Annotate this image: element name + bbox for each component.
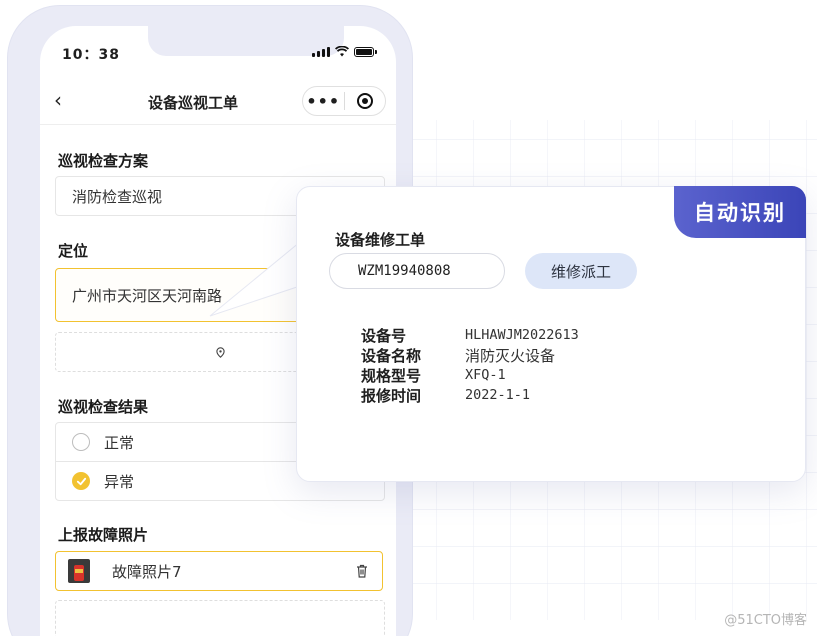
plan-value: 消防检查巡视 <box>72 187 163 206</box>
photo-item[interactable]: 故障照片7 <box>55 551 383 591</box>
result-option-label: 正常 <box>104 433 135 452</box>
photo-thumbnail <box>68 559 90 583</box>
radio-checked-icon <box>72 472 90 490</box>
detail-key: 规格型号 <box>361 366 422 385</box>
device-details: 设备号 HLHAWJM2022613 设备名称 消防灭火设备 规格型号 XFQ-… <box>361 325 579 405</box>
detail-key: 报修时间 <box>361 386 422 405</box>
photo-name: 故障照片7 <box>112 562 182 581</box>
detail-key: 设备号 <box>361 326 407 345</box>
detail-key: 设备名称 <box>361 346 422 365</box>
battery-icon <box>354 47 377 57</box>
signal-icon <box>312 47 330 57</box>
navbar: ‹ 设备巡视工单 ••• <box>40 84 396 120</box>
order-number-field[interactable]: WZM19940808 <box>329 253 505 289</box>
location-value: 广州市天河区天河南路 <box>72 286 223 305</box>
detail-value: 消防灭火设备 <box>465 346 556 365</box>
close-capsule-button[interactable] <box>345 93 386 109</box>
location-label: 定位 <box>58 242 89 260</box>
plan-label: 巡视检查方案 <box>58 152 149 170</box>
radio-unchecked-icon <box>72 433 90 451</box>
photos-label: 上报故障照片 <box>58 526 149 544</box>
add-photo-slot[interactable] <box>55 600 385 636</box>
status-icons <box>312 46 377 57</box>
result-label: 巡视检查结果 <box>58 398 149 416</box>
status-time: 10：38 <box>62 47 120 63</box>
detail-value: XFQ-1 <box>465 367 506 383</box>
detail-row: 设备号 HLHAWJM2022613 <box>361 325 579 345</box>
mini-program-capsule: ••• <box>302 86 386 116</box>
location-pin-icon <box>215 346 225 358</box>
card-title: 设备维修工单 <box>335 231 426 249</box>
detail-value: HLHAWJM2022613 <box>465 327 579 343</box>
popup-pointer <box>209 240 301 317</box>
trash-icon[interactable] <box>356 564 368 578</box>
result-option-label: 异常 <box>104 472 135 491</box>
detail-value: 2022-1-1 <box>465 387 531 403</box>
target-icon <box>356 93 373 109</box>
wifi-icon <box>335 46 349 57</box>
watermark: @51CTO博客 <box>724 613 807 628</box>
nav-divider <box>40 124 396 125</box>
auto-recognition-card: 自动识别 设备维修工单 WZM19940808 维修派工 设备号 HLHAWJM… <box>296 186 806 482</box>
dispatch-button[interactable]: 维修派工 <box>525 253 637 289</box>
more-icon[interactable]: ••• <box>303 92 344 111</box>
detail-row: 报修时间 2022-1-1 <box>361 385 579 405</box>
detail-row: 规格型号 XFQ-1 <box>361 365 579 385</box>
auto-recognition-badge: 自动识别 <box>674 186 806 238</box>
detail-row: 设备名称 消防灭火设备 <box>361 345 579 365</box>
